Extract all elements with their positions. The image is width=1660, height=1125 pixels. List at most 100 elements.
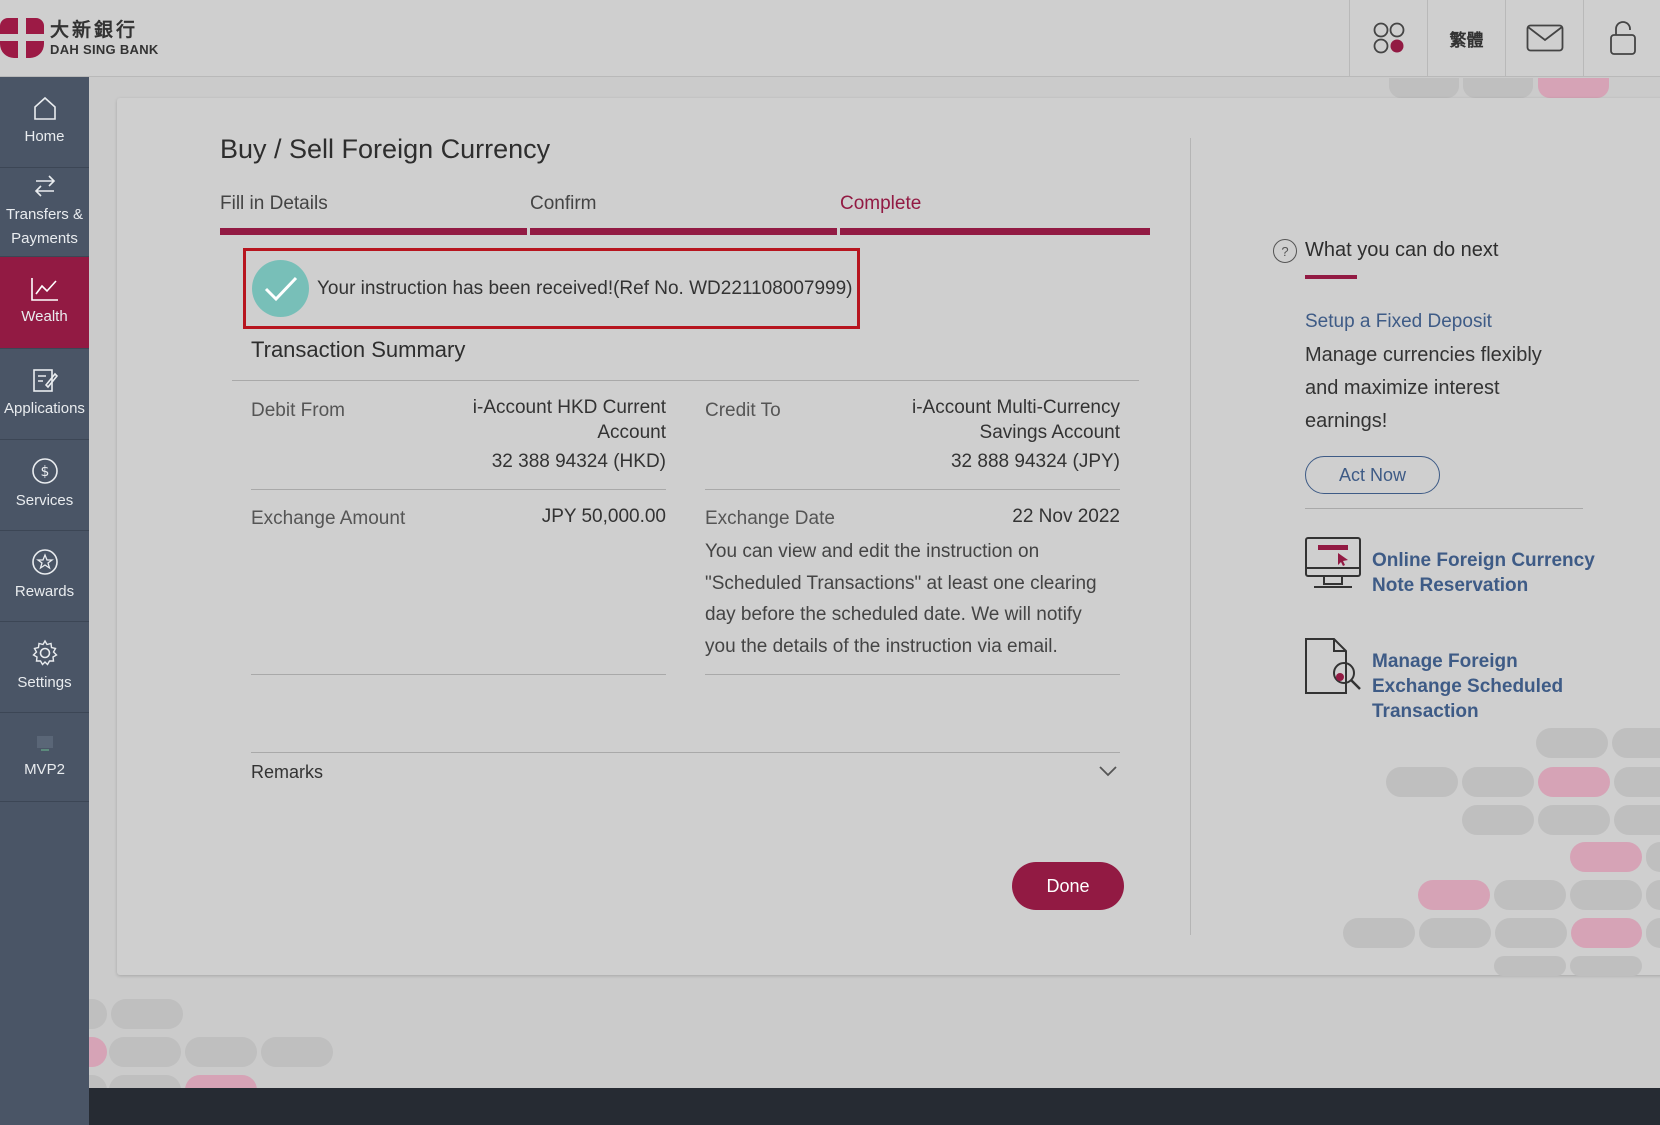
logo-mark-icon [0,18,44,58]
step-fill-in-details: Fill in Details [220,193,328,214]
vertical-divider [1190,138,1191,935]
exchange-date-label: Exchange Date [705,508,835,529]
debit-from-value: i-Account HKD Current Account 32 388 943… [380,395,666,474]
decor-pill [1462,767,1534,797]
sidebar-item-transfers[interactable]: Transfers & Payments [0,168,89,257]
decor-pill [1570,880,1642,910]
decor-pill [1386,767,1458,797]
setup-fixed-deposit-link[interactable]: Setup a Fixed Deposit [1305,311,1492,333]
decor-pill [1612,728,1660,758]
sidebar-item-mvp2[interactable]: MVP2 [0,713,89,802]
decor-pill [1614,805,1660,835]
apps-button[interactable] [1349,0,1427,76]
divider [705,674,1120,675]
sidebar-item-services[interactable]: $ Services [0,440,89,531]
success-banner: Your instruction has been received!(Ref … [243,248,860,329]
chart-icon [30,277,58,301]
link-line: Transaction [1372,701,1479,722]
language-toggle[interactable]: 繁體 [1427,0,1505,76]
gear-icon [31,639,58,666]
mvp-icon [36,736,53,751]
step-bar-3 [840,228,1150,235]
lock-icon [1609,21,1636,55]
divider [251,674,666,675]
decor-pill [1418,880,1490,910]
act-now-button[interactable]: Act Now [1305,456,1440,494]
edit-icon [32,369,58,392]
sidebar-item-label: Wealth [21,307,68,325]
sidebar-item-label: MVP2 [24,761,65,778]
credit-account-name: i-Account Multi-Currency [912,397,1120,418]
decor-pill [1495,918,1567,948]
transaction-summary-title: Transaction Summary [251,337,466,362]
what-next-title: What you can do next [1305,239,1499,261]
link-line: Online Foreign Currency [1372,550,1595,571]
title-underline [1305,275,1357,279]
top-header: 大新銀行 DAH SING BANK 繁體 [0,0,1660,77]
mail-button[interactable] [1505,0,1583,76]
divider [251,752,1120,753]
decor-pill [1462,805,1534,835]
logo-chinese-text: 大新銀行 [50,19,139,41]
credit-account-name-2: Savings Account [979,422,1120,443]
decor-pill [89,999,107,1029]
dollar-icon: $ [31,458,58,484]
sidebar-item-home[interactable]: Home [0,77,89,168]
logo-english-text: DAH SING BANK [50,41,159,57]
sidebar-item-label: Transfers & [6,206,83,223]
done-button[interactable]: Done [1012,862,1124,910]
document-search-icon [1305,638,1361,694]
decor-pill [1494,880,1566,910]
decor-pill [1538,805,1610,835]
logout-button[interactable] [1583,0,1660,76]
sidebar: Home Transfers & Payments Wealth Applica… [0,77,89,1125]
apps-icon [1373,22,1404,54]
star-icon [31,549,58,575]
credit-to-value: i-Account Multi-Currency Savings Account… [830,395,1120,474]
decor-pill [1571,918,1642,948]
sidebar-item-applications[interactable]: Applications [0,349,89,440]
monitor-icon [1305,537,1361,588]
sidebar-item-settings[interactable]: Settings [0,622,89,713]
debit-account-name: i-Account HKD Current [472,397,666,418]
remarks-toggle[interactable]: Remarks [251,762,323,783]
decor-pill [1538,78,1609,98]
svg-text:$: $ [40,464,49,480]
bank-logo[interactable]: 大新銀行 DAH SING BANK [0,18,159,58]
decor-pill [1343,918,1415,948]
sidebar-item-wealth[interactable]: Wealth [0,257,89,349]
sidebar-item-label: Services [15,492,74,509]
decor-pill [1419,918,1491,948]
scheduled-note: You can view and edit the instruction on… [705,541,1097,657]
mail-icon [1526,24,1563,52]
credit-account-number: 32 888 94324 (JPY) [950,451,1120,472]
chevron-down-icon[interactable] [1098,764,1118,778]
debit-from-label: Debit From [251,400,345,421]
online-fx-note-reservation-link[interactable]: Online Foreign Currency Note Reservation [1372,548,1595,598]
credit-to-label: Credit To [705,400,781,421]
decor-pill [1570,842,1642,872]
language-label: 繁體 [1449,30,1484,50]
debit-account-number: 32 388 94324 (HKD) [491,451,666,472]
sidebar-item-rewards[interactable]: Rewards [0,531,89,622]
sidebar-item-label: Rewards [14,583,75,600]
decor-pill [1538,767,1610,797]
step-bar-2 [530,228,837,235]
decor-pill [261,1037,333,1067]
decor-pill [1536,728,1608,758]
divider [251,489,666,490]
decor-pill [1614,767,1660,797]
page-title: Buy / Sell Foreign Currency [220,134,551,164]
exchange-amount-label: Exchange Amount [251,508,406,529]
decor-pill [1570,956,1642,976]
help-icon: ? [1273,239,1297,263]
fixed-deposit-description: Manage currencies flexibly and maximize … [1305,344,1542,432]
exchange-amount-value: JPY 50,000.00 [541,506,666,527]
home-icon [33,96,56,120]
sidebar-item-label: Applications [4,400,85,417]
debit-account-name-2: Account [597,422,666,443]
sidebar-item-label: Home [24,128,65,145]
divider [232,380,1139,381]
manage-fx-scheduled-transaction-link[interactable]: Manage Foreign Exchange Scheduled Transa… [1372,649,1563,724]
link-line: Exchange Scheduled [1372,676,1564,697]
